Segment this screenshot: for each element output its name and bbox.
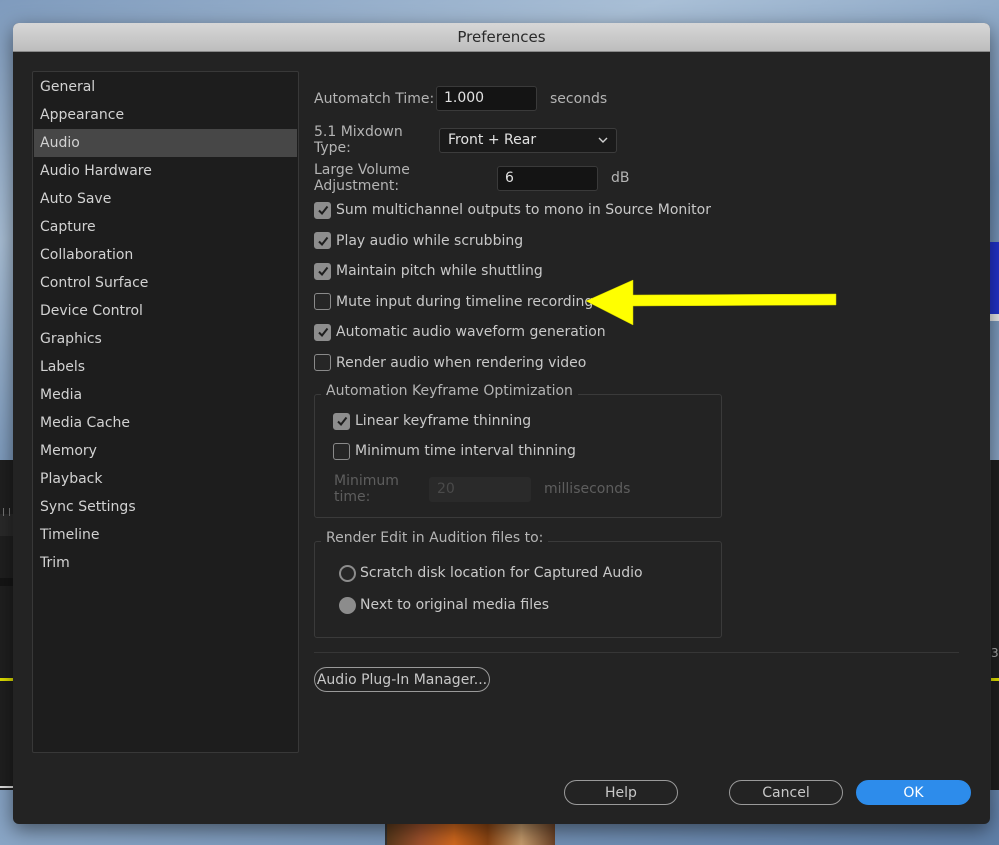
sidebar-item-appearance[interactable]: Appearance — [33, 101, 298, 129]
minimum-time-row: Minimum time: 20 milliseconds — [334, 473, 630, 505]
minimum-time-unit: milliseconds — [544, 481, 631, 497]
background-tick — [9, 508, 10, 516]
preferences-category-list[interactable]: General Appearance Audio Audio Hardware Auto… — [32, 71, 299, 753]
automatch-time-label: Automatch Time: — [314, 90, 435, 107]
background-playhead-line — [0, 678, 14, 681]
sidebar-item-trim[interactable]: Trim — [33, 549, 298, 577]
linear-keyframe-thinning-checkbox-row[interactable]: Linear keyframe thinning — [333, 410, 531, 432]
checkmark-icon — [317, 235, 329, 247]
maintain-pitch-while-shuttling-checkbox-row[interactable]: Maintain pitch while shuttling — [314, 260, 543, 282]
linear-keyframe-thinning-checkbox[interactable] — [333, 412, 350, 430]
background-strip — [0, 578, 14, 586]
background-app-panel-right: 32 — [990, 460, 999, 790]
checkmark-icon — [317, 326, 329, 338]
large-volume-row: Large Volume Adjustment: 6 dB — [314, 162, 630, 194]
minimum-time-input[interactable]: 20 — [429, 476, 531, 502]
checkmark-icon — [336, 415, 348, 427]
play-audio-while-scrubbing-checkbox-row[interactable]: Play audio while scrubbing — [314, 230, 523, 252]
sum-multichannel-outputs-to-mono-in-source-monitor-checkbox-row[interactable]: Sum multichannel outputs to mono in Sour… — [314, 199, 711, 221]
radio-button[interactable] — [339, 564, 356, 582]
render-audition-group: Render Edit in Audition files to: — [314, 530, 722, 638]
min-interval-thinning-checkbox-row[interactable]: Minimum time interval thinning — [333, 440, 576, 462]
mixdown-type-row: 5.1 Mixdown Type: Front + Rear — [314, 124, 617, 156]
sum-multichannel-outputs-to-mono-in-source-monitor-label: Sum multichannel outputs to mono in Sour… — [336, 202, 711, 218]
large-volume-label: Large Volume Adjustment: — [314, 162, 410, 194]
mixdown-type-select[interactable]: Front + Rear — [439, 127, 617, 155]
sidebar-item-labels[interactable]: Labels — [33, 353, 298, 381]
cancel-button[interactable]: Cancel — [729, 780, 843, 805]
mute-input-during-timeline-recording-checkbox-row[interactable]: Mute input during timeline recording — [314, 291, 593, 313]
minimum-time-label: Minimum time: — [334, 473, 399, 505]
divider — [314, 652, 959, 653]
checkmark-icon — [317, 265, 329, 277]
sidebar-item-media-cache[interactable]: Media Cache — [33, 409, 298, 437]
sidebar-item-device-control[interactable]: Device Control — [33, 297, 298, 325]
audio-plugin-manager-button[interactable]: Audio Plug-In Manager... — [314, 667, 490, 692]
sidebar-item-audio-hardware[interactable]: Audio Hardware — [33, 157, 298, 185]
background-line — [0, 786, 14, 788]
sidebar-item-collaboration[interactable]: Collaboration — [33, 241, 298, 269]
linear-keyframe-thinning-label: Linear keyframe thinning — [355, 413, 532, 429]
sidebar-item-control-surface[interactable]: Control Surface — [33, 269, 298, 297]
sidebar-item-capture[interactable]: Capture — [33, 213, 298, 241]
mixdown-type-label: 5.1 Mixdown Type: — [314, 124, 403, 156]
large-volume-input[interactable]: 6 — [497, 165, 598, 191]
mute-input-during-timeline-recording-checkbox[interactable] — [314, 293, 331, 310]
radio-label: Scratch disk location for Captured Audio — [360, 565, 643, 581]
checkmark-icon — [317, 204, 329, 216]
automatic-audio-waveform-generation-label: Automatic audio waveform generation — [336, 324, 606, 340]
sidebar-item-playback[interactable]: Playback — [33, 465, 298, 493]
render-audio-when-rendering-video-checkbox[interactable] — [314, 354, 331, 371]
window-title: Preferences — [457, 28, 546, 46]
sidebar-item-auto-save[interactable]: Auto Save — [33, 185, 298, 213]
large-volume-unit: dB — [611, 170, 630, 186]
automatic-audio-waveform-generation-checkbox-row[interactable]: Automatic audio waveform generation — [314, 321, 606, 343]
sidebar-item-audio[interactable]: Audio — [34, 129, 297, 157]
ok-button[interactable]: OK — [856, 780, 971, 805]
chevron-down-icon — [598, 132, 608, 155]
min-interval-thinning-checkbox[interactable] — [333, 442, 350, 460]
automatch-time-row: Automatch Time: 1.000 seconds — [314, 86, 607, 111]
radio-label: Next to original media files — [360, 597, 550, 613]
sidebar-item-memory[interactable]: Memory — [33, 437, 298, 465]
radio-button[interactable] — [339, 596, 356, 614]
automation-keyframe-group-title: Automation Keyframe Optimization — [321, 383, 578, 399]
automatch-time-input[interactable]: 1.000 — [436, 86, 537, 111]
background-playhead-line — [991, 678, 999, 681]
background-number: 32 — [991, 646, 999, 660]
automatch-time-unit: seconds — [550, 90, 608, 107]
sidebar-item-general[interactable]: General — [33, 73, 298, 101]
sidebar-item-timeline[interactable]: Timeline — [33, 521, 298, 549]
mixdown-type-value: Front + Rear — [448, 131, 537, 148]
yellow-arrow-annotation-icon — [585, 279, 837, 326]
render-audio-when-rendering-video-label: Render audio when rendering video — [336, 354, 587, 371]
background-band — [0, 514, 14, 536]
render-audio-when-rendering-video-checkbox-row[interactable]: Render audio when rendering video — [314, 352, 586, 374]
sum-multichannel-outputs-to-mono-in-source-monitor-checkbox[interactable] — [314, 201, 331, 219]
render-option-next-to-original-radio-row[interactable]: Next to original media files — [339, 594, 549, 616]
background-blue-block — [990, 242, 999, 314]
mute-input-during-timeline-recording-label: Mute input during timeline recording — [336, 293, 594, 310]
sidebar-item-graphics[interactable]: Graphics — [33, 325, 298, 353]
play-audio-while-scrubbing-checkbox[interactable] — [314, 232, 331, 249]
maintain-pitch-while-shuttling-label: Maintain pitch while shuttling — [336, 263, 543, 279]
render-audition-group-title: Render Edit in Audition files to: — [321, 530, 549, 546]
background-tick — [3, 508, 4, 516]
background-white-block — [990, 314, 999, 321]
title-bar[interactable]: Preferences — [13, 23, 990, 52]
sidebar-item-sync-settings[interactable]: Sync Settings — [33, 493, 298, 521]
preferences-dialog: Preferences General Appearance Audio Audio … — [13, 23, 990, 824]
maintain-pitch-while-shuttling-checkbox[interactable] — [314, 262, 331, 280]
play-audio-while-scrubbing-label: Play audio while scrubbing — [336, 232, 524, 249]
background-app-panel-left — [0, 460, 14, 790]
automatic-audio-waveform-generation-checkbox[interactable] — [314, 323, 331, 341]
render-option-scratch-disk-radio-row[interactable]: Scratch disk location for Captured Audio — [339, 562, 643, 584]
help-button[interactable]: Help — [564, 780, 678, 805]
background-thumbnail — [385, 824, 555, 845]
min-interval-thinning-label: Minimum time interval thinning — [355, 443, 576, 459]
sidebar-item-media[interactable]: Media — [33, 381, 298, 409]
